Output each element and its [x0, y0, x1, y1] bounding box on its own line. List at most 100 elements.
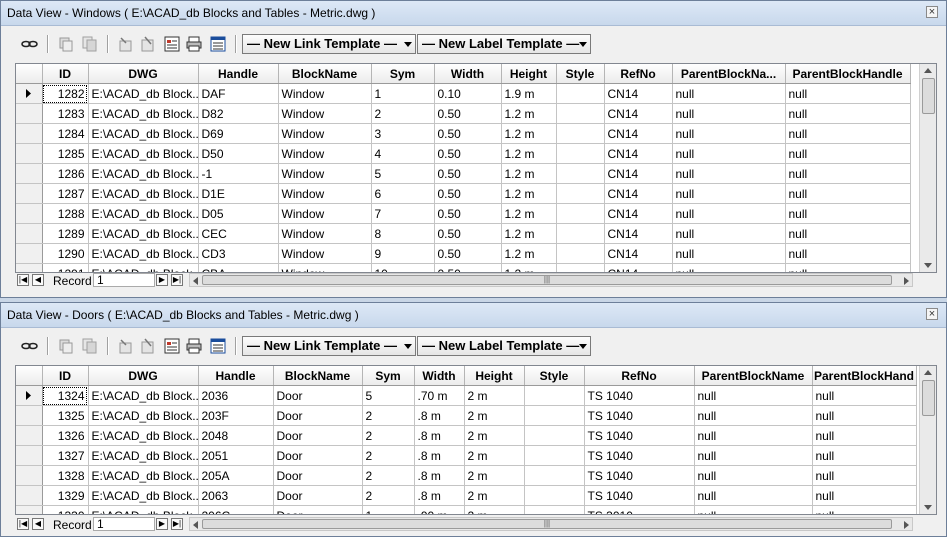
- table-cell[interactable]: .8 m: [414, 425, 465, 446]
- table-cell[interactable]: [556, 163, 605, 184]
- table-cell[interactable]: 10: [371, 263, 435, 272]
- table-cell[interactable]: 0.50: [434, 263, 502, 272]
- table-cell[interactable]: 1: [371, 83, 435, 104]
- column-header[interactable]: ID: [42, 64, 89, 84]
- table-cell[interactable]: Door: [273, 385, 363, 406]
- table-cell[interactable]: null: [785, 263, 911, 272]
- copy-icon[interactable]: [81, 35, 99, 53]
- row-selector[interactable]: [16, 505, 43, 514]
- label-icon[interactable]: [139, 337, 157, 355]
- table-cell[interactable]: [556, 83, 605, 104]
- row-selector[interactable]: [16, 183, 43, 204]
- table-cell[interactable]: 5: [371, 163, 435, 184]
- table-cell[interactable]: 1.9 m: [501, 83, 557, 104]
- table-cell[interactable]: 1325: [42, 405, 89, 426]
- table-cell[interactable]: TS 3010: [584, 505, 695, 514]
- table-cell[interactable]: null: [812, 445, 917, 466]
- table-cell[interactable]: 1.2 m: [501, 223, 557, 244]
- table-cell[interactable]: D1E: [198, 183, 279, 204]
- table-cell[interactable]: null: [672, 203, 786, 224]
- column-header[interactable]: ParentBlockNa...: [672, 64, 786, 84]
- table-cell[interactable]: E:\ACAD_db Block...: [88, 263, 199, 272]
- cut-icon[interactable]: [57, 35, 75, 53]
- table-cell[interactable]: null: [694, 505, 813, 514]
- horizontal-scrollbar[interactable]: |||: [189, 517, 913, 531]
- table-cell[interactable]: Window: [278, 263, 372, 272]
- table-cell[interactable]: [556, 103, 605, 124]
- table-cell[interactable]: [556, 223, 605, 244]
- row-selector[interactable]: [16, 243, 43, 264]
- column-header[interactable]: Handle: [198, 366, 274, 386]
- row-selector[interactable]: [16, 485, 43, 506]
- table-cell[interactable]: [524, 425, 585, 446]
- table-cell[interactable]: E:\ACAD_db Block...: [88, 405, 199, 426]
- table-cell[interactable]: 9: [371, 243, 435, 264]
- row-selector[interactable]: [16, 103, 43, 124]
- table-cell[interactable]: 2 m: [464, 485, 525, 506]
- table-cell[interactable]: null: [672, 143, 786, 164]
- table-cell[interactable]: Window: [278, 143, 372, 164]
- close-icon[interactable]: ×: [926, 308, 938, 320]
- last-record-icon[interactable]: ▶|: [171, 518, 183, 530]
- column-header[interactable]: Height: [464, 366, 525, 386]
- table-cell[interactable]: 0.50: [434, 163, 502, 184]
- table-cell[interactable]: 1330: [42, 505, 89, 514]
- table-cell[interactable]: TS 1040: [584, 485, 695, 506]
- table-cell[interactable]: Door: [273, 425, 363, 446]
- column-header[interactable]: Sym: [362, 366, 415, 386]
- table-cell[interactable]: E:\ACAD_db Block...: [88, 385, 199, 406]
- table-cell[interactable]: 1.2 m: [501, 143, 557, 164]
- record-number-field[interactable]: 1: [93, 273, 155, 287]
- row-selector[interactable]: [16, 223, 43, 244]
- table-cell[interactable]: CN14: [604, 263, 673, 272]
- row-selector[interactable]: [16, 123, 43, 144]
- table-cell[interactable]: 1288: [42, 203, 89, 224]
- table-cell[interactable]: Window: [278, 183, 372, 204]
- table-cell[interactable]: null: [812, 485, 917, 506]
- table-cell[interactable]: D05: [198, 203, 279, 224]
- table-cell[interactable]: 1282: [42, 83, 89, 104]
- table-cell[interactable]: Window: [278, 83, 372, 104]
- table-cell[interactable]: E:\ACAD_db Block...: [88, 143, 199, 164]
- table-cell[interactable]: null: [785, 203, 911, 224]
- table-cell[interactable]: .70 m: [414, 385, 465, 406]
- table-cell[interactable]: CN14: [604, 83, 673, 104]
- table-cell[interactable]: 2036: [198, 385, 274, 406]
- table-cell[interactable]: 0.50: [434, 123, 502, 144]
- table-cell[interactable]: .8 m: [414, 465, 465, 486]
- scroll-down-icon[interactable]: [924, 505, 932, 510]
- label-icon[interactable]: [139, 35, 157, 53]
- table-cell[interactable]: Door: [273, 505, 363, 514]
- table-cell[interactable]: CN14: [604, 123, 673, 144]
- table-cell[interactable]: 1287: [42, 183, 89, 204]
- table-cell[interactable]: [556, 143, 605, 164]
- column-header[interactable]: Width: [434, 64, 502, 84]
- table-cell[interactable]: E:\ACAD_db Block...: [88, 103, 199, 124]
- table-cell[interactable]: 1.2 m: [501, 203, 557, 224]
- title-bar[interactable]: Data View - Doors ( E:\ACAD_db Blocks an…: [1, 303, 946, 328]
- table-cell[interactable]: CN14: [604, 163, 673, 184]
- table-cell[interactable]: null: [672, 263, 786, 272]
- row-selector[interactable]: [16, 405, 43, 426]
- column-header[interactable]: Style: [524, 366, 585, 386]
- table-cell[interactable]: null: [672, 163, 786, 184]
- table-cell[interactable]: 2: [362, 445, 415, 466]
- row-selector[interactable]: [16, 203, 43, 224]
- table-cell[interactable]: 1291: [42, 263, 89, 272]
- table-cell[interactable]: E:\ACAD_db Block...: [88, 243, 199, 264]
- first-record-icon[interactable]: |◀: [17, 518, 29, 530]
- table-cell[interactable]: 2 m: [464, 425, 525, 446]
- table-cell[interactable]: TS 1040: [584, 445, 695, 466]
- table-cell[interactable]: CN14: [604, 223, 673, 244]
- link-icon[interactable]: [21, 35, 39, 53]
- table-row[interactable]: 1288 E:\ACAD_db Block... D05 Window 7 0.50 1.2…: [16, 203, 911, 224]
- table-cell[interactable]: -1: [198, 163, 279, 184]
- column-header[interactable]: ParentBlockHand: [812, 366, 917, 386]
- table-cell[interactable]: CN14: [604, 203, 673, 224]
- column-header[interactable]: RefNo: [584, 366, 695, 386]
- table-row[interactable]: 1285 E:\ACAD_db Block... D50 Window 4 0.50 1.2…: [16, 143, 911, 164]
- table-cell[interactable]: null: [694, 445, 813, 466]
- row-selector[interactable]: [16, 445, 43, 466]
- table-cell[interactable]: 206C: [198, 505, 274, 514]
- table-cell[interactable]: 1289: [42, 223, 89, 244]
